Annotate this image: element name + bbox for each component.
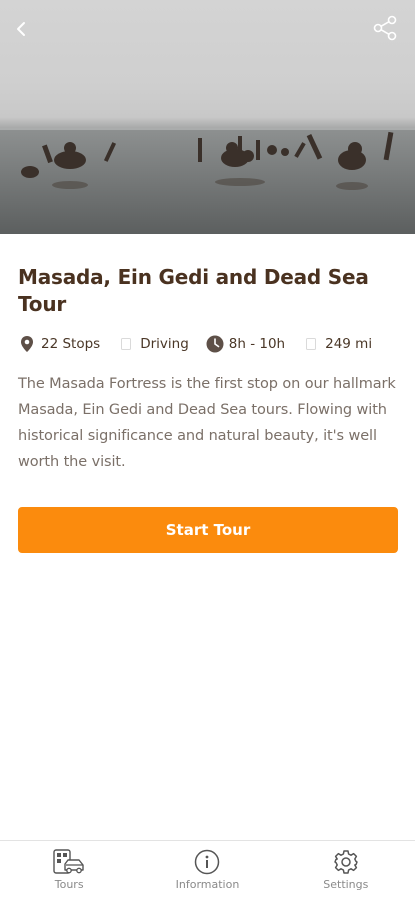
hero-image bbox=[0, 0, 415, 234]
gear-icon bbox=[334, 850, 358, 874]
distance-icon bbox=[306, 338, 317, 350]
tour-details: Masada, Ein Gedi and Dead Sea Tour 22 St… bbox=[18, 264, 398, 475]
back-button[interactable] bbox=[6, 14, 36, 44]
info-icon bbox=[195, 849, 220, 875]
share-icon bbox=[373, 15, 397, 41]
nav-information[interactable]: Information bbox=[152, 841, 262, 891]
distance-info: 249 mi bbox=[302, 334, 372, 354]
nav-tours-label: Tours bbox=[54, 878, 84, 891]
nav-settings-label: Settings bbox=[323, 878, 369, 891]
bottom-navigation: Tours Information Settings bbox=[0, 840, 415, 900]
dead-sea-photo bbox=[0, 128, 415, 234]
duration: 8h - 10h bbox=[228, 336, 286, 352]
duration-info: 8h - 10h bbox=[206, 334, 285, 354]
nav-tours[interactable]: Tours bbox=[14, 841, 124, 891]
location-pin-icon bbox=[21, 336, 33, 352]
mode-info: Driving bbox=[117, 334, 189, 354]
car-icon bbox=[121, 338, 132, 350]
nav-settings[interactable]: Settings bbox=[291, 841, 401, 891]
tours-icon bbox=[53, 849, 84, 874]
travel-mode: Driving bbox=[140, 336, 189, 352]
chevron-left-icon bbox=[17, 22, 25, 36]
nav-information-label: Information bbox=[175, 878, 240, 891]
tour-meta: 22 Stops Driving 8h - 10h 249 mi bbox=[18, 333, 398, 355]
distance: 249 mi bbox=[325, 336, 373, 352]
clock-icon bbox=[206, 335, 224, 353]
stops-count: 22 Stops bbox=[41, 336, 101, 352]
stops-info: 22 Stops bbox=[18, 334, 100, 354]
start-tour-button[interactable]: Start Tour bbox=[18, 507, 398, 553]
tour-description: The Masada Fortress is the first stop on… bbox=[18, 376, 396, 470]
share-button[interactable] bbox=[369, 12, 401, 44]
tour-title: Masada, Ein Gedi and Dead Sea Tour bbox=[18, 265, 369, 316]
